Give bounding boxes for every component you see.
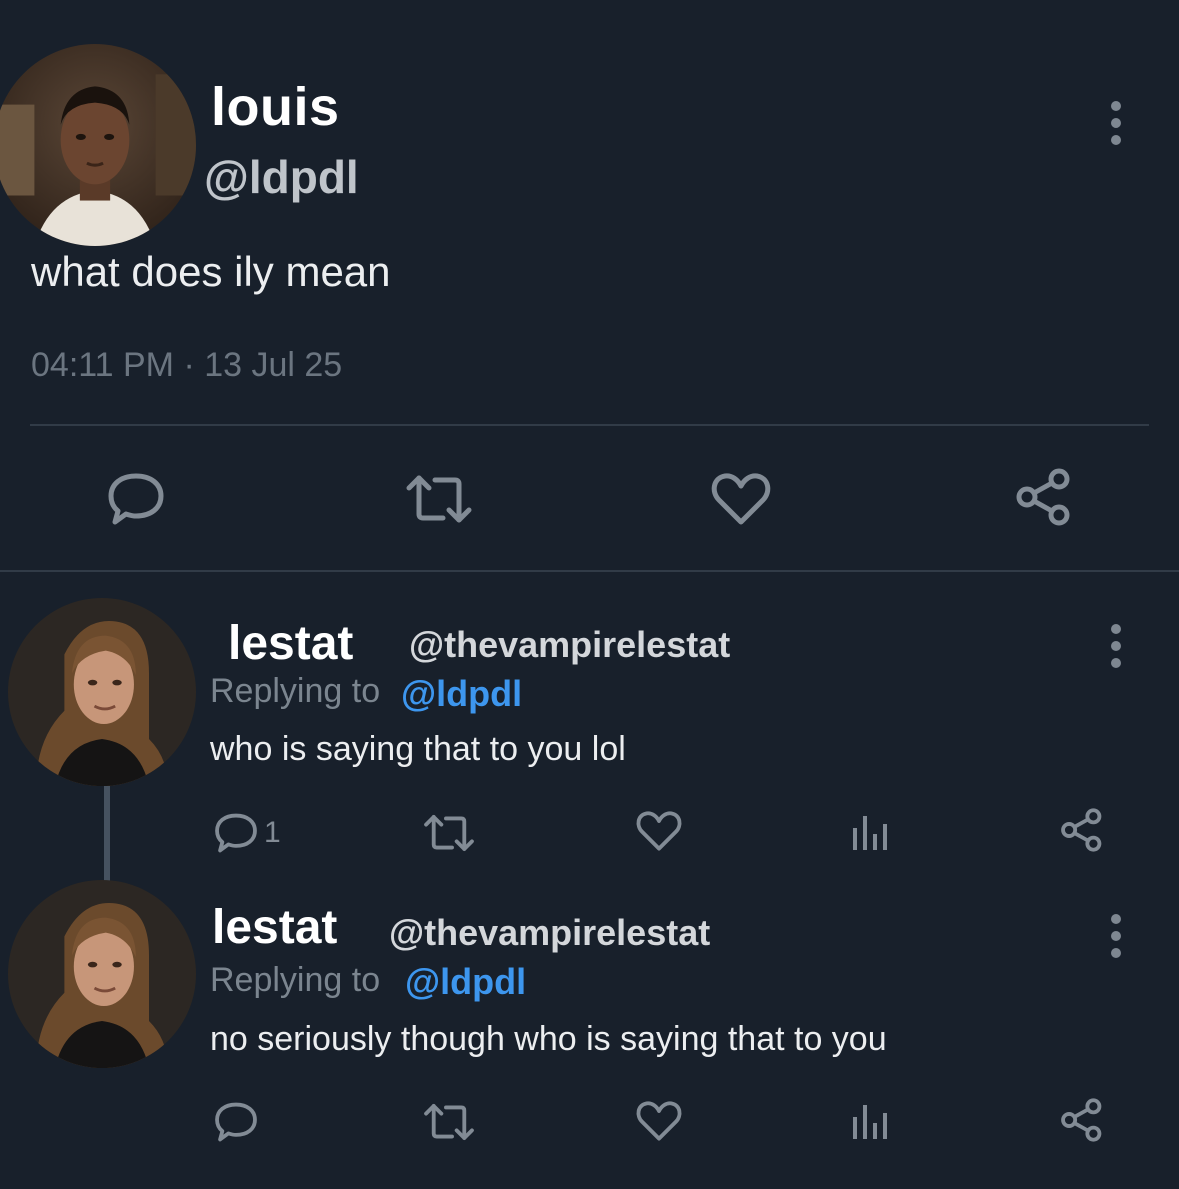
like-icon[interactable]	[636, 1100, 682, 1142]
louis-avatar[interactable]	[0, 44, 196, 246]
reply-count: 1	[264, 816, 281, 849]
reply2-display-name[interactable]: lestat	[212, 900, 337, 955]
views-icon[interactable]	[851, 1101, 889, 1141]
share-icon[interactable]	[1060, 808, 1104, 852]
divider	[30, 424, 1149, 426]
reply1-mention-link[interactable]: @ldpdl	[401, 673, 522, 715]
reply2-text: no seriously though who is saying that t…	[210, 1020, 887, 1058]
repost-icon[interactable]	[405, 474, 473, 524]
lestat-avatar[interactable]	[8, 880, 196, 1068]
reply-icon	[215, 813, 257, 853]
reply1-replying-label: Replying to	[210, 672, 381, 710]
reply-icon[interactable]	[214, 1101, 258, 1143]
main-more-options-icon[interactable]	[1111, 101, 1121, 145]
share-icon[interactable]	[1060, 1098, 1104, 1142]
share-icon[interactable]	[1015, 468, 1073, 526]
reply1-text: who is saying that to you lol	[210, 730, 626, 768]
main-handle[interactable]: @ldpdl	[204, 150, 359, 204]
reply1-display-name[interactable]: lestat	[228, 616, 353, 671]
like-icon[interactable]	[711, 472, 771, 526]
main-post-text: what does ily mean	[31, 248, 391, 295]
thread-connector-line	[104, 786, 110, 882]
repost-icon[interactable]	[423, 1102, 475, 1142]
reply1-more-options-icon[interactable]	[1111, 624, 1121, 668]
repost-icon[interactable]	[423, 813, 475, 853]
section-divider	[0, 570, 1179, 572]
reply2-handle[interactable]: @thevampirelestat	[389, 912, 710, 954]
reply-icon[interactable]	[107, 472, 165, 526]
reply2-mention-link[interactable]: @ldpdl	[405, 961, 526, 1003]
thread-screen: louis @ldpdl what does ily mean 04:11 PM…	[0, 0, 1179, 1189]
reply2-more-options-icon[interactable]	[1111, 914, 1121, 958]
reply2-replying-label: Replying to	[210, 961, 381, 999]
main-post-timestamp: 04:11 PM · 13 Jul 25	[31, 346, 343, 384]
reply1-reply-button[interactable]: 1	[214, 812, 281, 854]
main-display-name[interactable]: louis	[211, 76, 340, 138]
lestat-avatar[interactable]	[8, 598, 196, 786]
views-icon[interactable]	[851, 812, 889, 852]
like-icon[interactable]	[636, 810, 682, 852]
reply1-handle[interactable]: @thevampirelestat	[409, 624, 730, 666]
